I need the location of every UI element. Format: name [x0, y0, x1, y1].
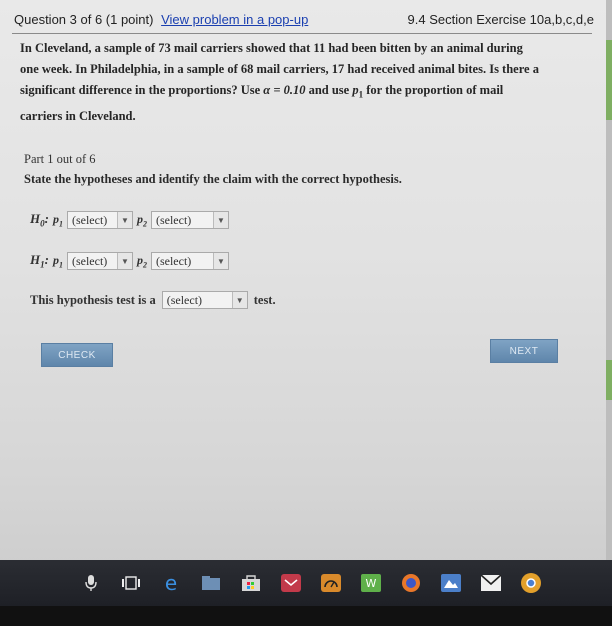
part-instruction: State the hypotheses and identify the cl… [24, 172, 402, 186]
edge-accent-top [606, 40, 612, 120]
problem-line-3a: significant difference in the proportion… [20, 83, 264, 97]
next-button[interactable]: NEXT [490, 339, 558, 363]
right-edge [606, 0, 612, 626]
problem-line-2: one week. In Philadelphia, in a sample o… [20, 62, 539, 76]
file-explorer-icon[interactable] [200, 572, 222, 594]
test-type-select[interactable]: (select) ▼ [161, 291, 248, 309]
mail-envelope-icon[interactable] [480, 572, 502, 594]
part-label: Part 1 out of 6 [24, 152, 96, 166]
screen: Question 3 of 6 (1 point) View problem i… [0, 0, 612, 626]
chrome-icon[interactable] [520, 572, 542, 594]
h0-operator-select[interactable]: (select) ▼ [66, 211, 133, 229]
problem-line-3b: and use [305, 83, 353, 97]
test-type-prefix: This hypothesis test is a [30, 292, 156, 307]
problem-line-3: significant difference in the proportion… [20, 80, 590, 106]
h0-operator-value: (select) [71, 212, 108, 227]
h1-operator-value: (select) [71, 253, 108, 268]
h1-claim-select[interactable]: (select) ▼ [150, 252, 229, 270]
h1-p1: p1 [52, 252, 63, 270]
h0-p1: p1 [52, 211, 63, 229]
h1-label: H1: [30, 252, 49, 270]
gauge-app-icon[interactable] [320, 572, 342, 594]
photos-icon[interactable] [440, 572, 462, 594]
problem-line-4: carriers in Cleveland. [20, 108, 136, 123]
chevron-down-icon: ▼ [231, 292, 247, 308]
store-icon[interactable] [240, 572, 262, 594]
chevron-down-icon: ▼ [212, 212, 228, 228]
popup-link[interactable]: View problem in a pop-up [161, 12, 308, 27]
chevron-down-icon: ▼ [212, 253, 228, 269]
test-type-value: (select) [166, 292, 203, 307]
microphone-icon[interactable] [80, 572, 102, 594]
firefox-icon[interactable] [400, 572, 422, 594]
question-header: Question 3 of 6 (1 point) View problem i… [14, 10, 594, 32]
h0-claim-value: (select) [155, 212, 192, 227]
h1-claim-value: (select) [155, 253, 192, 268]
alternative-hypothesis-row: H1: p1 (select) ▼ p2 (select) ▼ [30, 252, 229, 270]
h1-p2: p2 [136, 252, 147, 270]
question-number: Question 3 of 6 (1 point) [14, 12, 154, 27]
problem-text: In Cleveland, a sample of 73 mail carrie… [20, 38, 590, 127]
alpha-value: α = 0.10 [263, 83, 306, 97]
check-button[interactable]: CHECK [41, 343, 113, 367]
edge-accent-bottom [606, 360, 612, 400]
h1-operator-select[interactable]: (select) ▼ [66, 252, 133, 270]
word-icon[interactable]: W [360, 572, 382, 594]
chevron-down-icon: ▼ [116, 253, 132, 269]
problem-line-3c: for the proportion of mail [363, 83, 504, 97]
chevron-down-icon: ▼ [116, 212, 132, 228]
section-label: 9.4 Section Exercise 10a,b,c,d,e [407, 12, 594, 27]
screen-bezel [0, 606, 612, 626]
h0-label: H0: [30, 211, 49, 229]
problem-line-1: In Cleveland, a sample of 73 mail carrie… [20, 41, 523, 55]
mail-icon[interactable] [280, 572, 302, 594]
taskbar: e W [0, 560, 612, 606]
test-type-suffix: test. [253, 292, 276, 307]
edge-browser-icon[interactable]: e [160, 571, 182, 595]
test-type-row: This hypothesis test is a (select) ▼ tes… [30, 291, 276, 309]
header-divider [12, 33, 592, 34]
h0-p2: p2 [136, 211, 147, 229]
question-label: Question 3 of 6 (1 point) View problem i… [14, 12, 308, 27]
task-view-icon[interactable] [120, 572, 142, 594]
svg-text:W: W [366, 577, 377, 590]
h0-claim-select[interactable]: (select) ▼ [150, 211, 229, 229]
null-hypothesis-row: H0: p1 (select) ▼ p2 (select) ▼ [30, 211, 229, 229]
